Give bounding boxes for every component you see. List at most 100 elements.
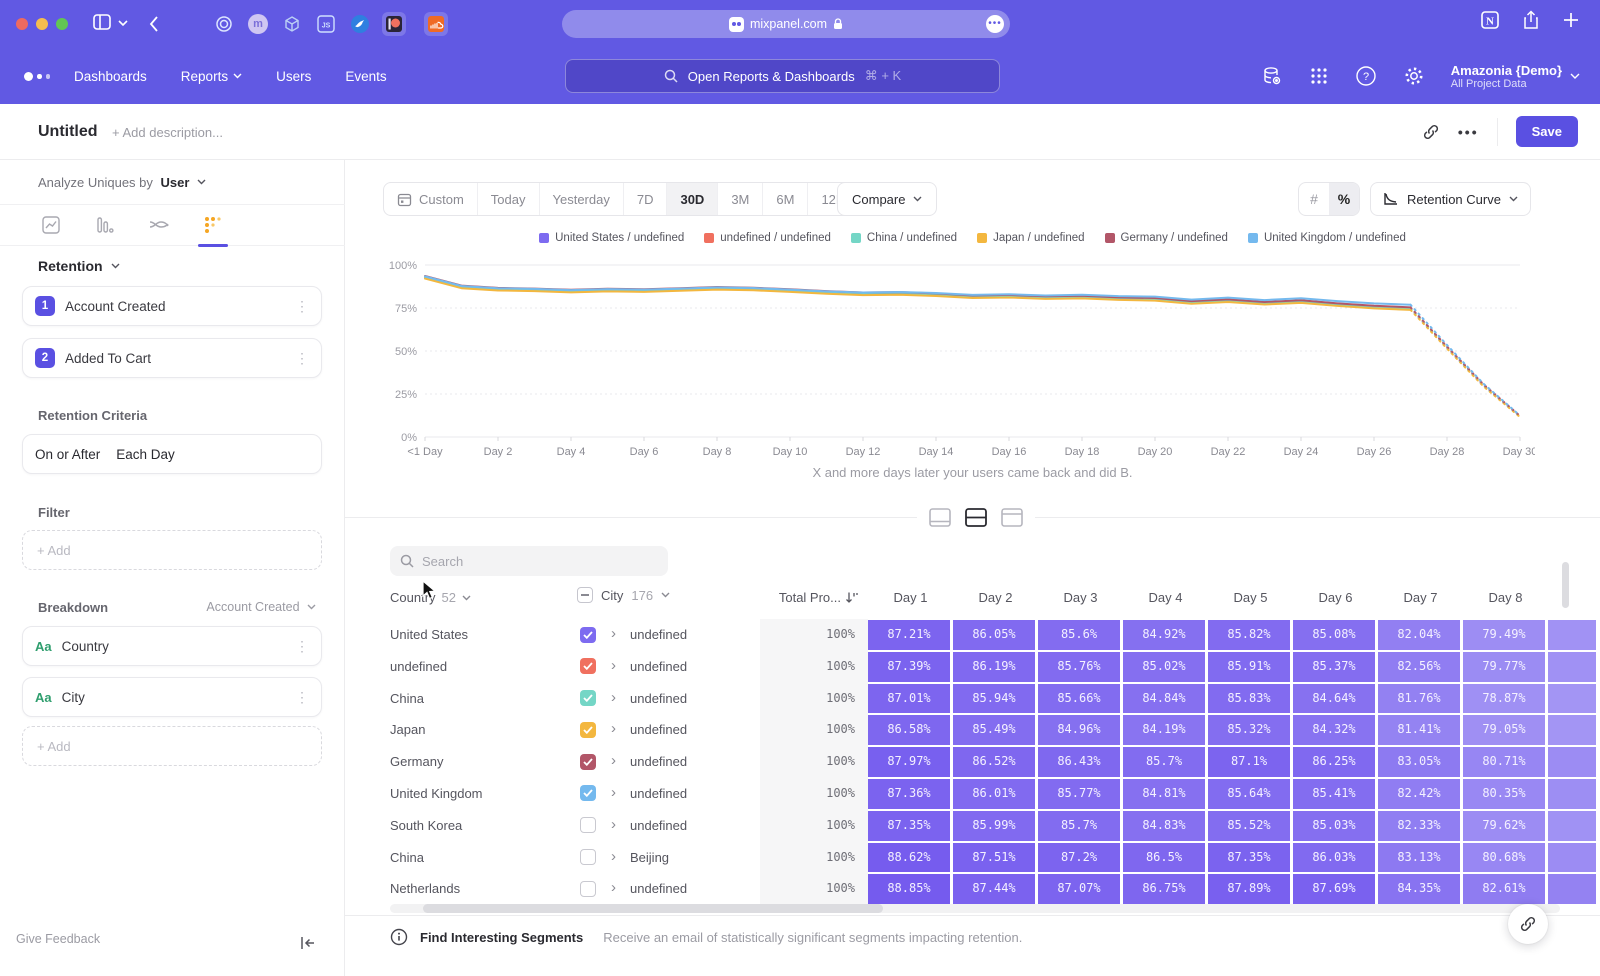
column-header-day-3[interactable]: Day 3 <box>1038 590 1123 605</box>
legend-item[interactable]: Japan / undefined <box>977 232 1084 244</box>
breakdown-city[interactable]: Aa City ⋮ <box>22 677 322 717</box>
retention-cell[interactable]: 85.82% <box>1208 620 1290 650</box>
retention-cell[interactable]: 85.91% <box>1208 652 1290 682</box>
bird-icon[interactable] <box>348 12 372 36</box>
range-button-30d[interactable]: 30D <box>667 183 718 215</box>
row-checkbox[interactable] <box>580 690 596 706</box>
retention-cell[interactable]: 82.61% <box>1463 874 1545 904</box>
retention-cell[interactable]: 86.03% <box>1293 843 1375 873</box>
retention-cell-clipped[interactable] <box>1548 620 1596 650</box>
retention-cell[interactable]: 87.51% <box>953 843 1035 873</box>
row-checkbox[interactable] <box>580 722 596 738</box>
range-button-7d[interactable]: 7D <box>624 183 668 215</box>
retention-cell[interactable]: 86.25% <box>1293 747 1375 777</box>
retention-cell[interactable]: 85.03% <box>1293 811 1375 841</box>
tab-chevron-icon[interactable] <box>118 19 128 27</box>
retention-cell[interactable]: 85.49% <box>953 715 1035 745</box>
column-header-day-5[interactable]: Day 5 <box>1208 590 1293 605</box>
row-checkbox[interactable] <box>580 658 596 674</box>
close-window-button[interactable] <box>16 18 28 30</box>
retention-cell[interactable]: 87.07% <box>1038 874 1120 904</box>
breakdown-event-dropdown[interactable]: Account Created <box>206 600 316 614</box>
row-checkbox[interactable] <box>580 849 596 865</box>
soundcloud-icon[interactable] <box>424 12 448 36</box>
retention-step-1[interactable]: 1 Account Created ⋮ <box>22 286 322 326</box>
tab-insights[interactable] <box>38 204 64 246</box>
avatar-m-icon[interactable]: m <box>246 12 270 36</box>
collapse-sidebar-icon[interactable] <box>300 936 316 950</box>
retention-cell[interactable]: 83.05% <box>1378 747 1460 777</box>
retention-cell[interactable]: 85.08% <box>1293 620 1375 650</box>
retention-cell[interactable]: 84.92% <box>1123 620 1205 650</box>
retention-line-chart[interactable]: 100%75%50%25%0%<1 DayDay 2Day 4Day 6Day … <box>375 255 1535 465</box>
retention-cell[interactable]: 87.44% <box>953 874 1035 904</box>
retention-cell[interactable]: 86.05% <box>953 620 1035 650</box>
horizontal-scrollbar-thumb[interactable] <box>423 904 883 913</box>
retention-cell[interactable]: 78.87% <box>1463 684 1545 714</box>
retention-cell[interactable]: 79.05% <box>1463 715 1545 745</box>
row-checkbox[interactable] <box>580 754 596 770</box>
ring-icon[interactable] <box>212 12 236 36</box>
retention-cell[interactable]: 85.77% <box>1038 779 1120 809</box>
retention-cell[interactable]: 84.83% <box>1123 811 1205 841</box>
retention-cell-clipped[interactable] <box>1548 715 1596 745</box>
retention-cell[interactable]: 84.96% <box>1038 715 1120 745</box>
column-header-day-7[interactable]: Day 7 <box>1378 590 1463 605</box>
retention-cell[interactable]: 84.19% <box>1123 715 1205 745</box>
share-link-fab[interactable] <box>1508 904 1548 944</box>
retention-cell[interactable]: 80.35% <box>1463 779 1545 809</box>
retention-cell[interactable]: 86.52% <box>953 747 1035 777</box>
retention-cell-clipped[interactable] <box>1548 779 1596 809</box>
row-checkbox[interactable] <box>580 881 596 897</box>
legend-item[interactable]: China / undefined <box>851 232 957 244</box>
kebab-menu-icon[interactable]: ⋮ <box>295 353 309 363</box>
legend-item[interactable]: Germany / undefined <box>1105 232 1228 244</box>
mixpanel-logo[interactable] <box>24 72 50 81</box>
data-settings-icon[interactable] <box>1261 65 1283 87</box>
chart-only-view-button[interactable] <box>927 504 953 530</box>
row-checkbox[interactable] <box>580 785 596 801</box>
compare-button[interactable]: Compare <box>837 182 937 216</box>
table-search[interactable] <box>390 546 668 576</box>
column-header-day-6[interactable]: Day 6 <box>1293 590 1378 605</box>
expand-row-icon[interactable]: › <box>611 778 616 808</box>
retention-cell[interactable]: 82.56% <box>1378 652 1460 682</box>
retention-cell[interactable]: 79.77% <box>1463 652 1545 682</box>
range-button-3m[interactable]: 3M <box>718 183 763 215</box>
sidebar-toggle-icon[interactable] <box>92 12 112 32</box>
retention-cell-clipped[interactable] <box>1548 747 1596 777</box>
retention-cell[interactable]: 85.76% <box>1038 652 1120 682</box>
column-header-total[interactable]: Total Pro... <box>760 590 868 605</box>
table-search-input[interactable] <box>422 554 642 569</box>
back-icon[interactable] <box>148 14 160 34</box>
retention-cell[interactable]: 79.62% <box>1463 811 1545 841</box>
copy-link-icon[interactable] <box>1422 123 1440 141</box>
retention-cell[interactable]: 79.49% <box>1463 620 1545 650</box>
expand-row-icon[interactable]: › <box>611 842 616 872</box>
retention-cell[interactable]: 86.43% <box>1038 747 1120 777</box>
retention-cell[interactable]: 82.42% <box>1378 779 1460 809</box>
retention-cell[interactable]: 85.7% <box>1123 747 1205 777</box>
retention-cell[interactable]: 87.01% <box>868 684 950 714</box>
expand-row-icon[interactable]: › <box>611 651 616 681</box>
expand-row-icon[interactable]: › <box>611 746 616 776</box>
split-view-button[interactable] <box>963 504 989 530</box>
criteria-mode[interactable]: On or After <box>35 447 100 462</box>
analyze-uniques-row[interactable]: Analyze Uniques by User <box>38 175 206 190</box>
tab-flows[interactable] <box>146 204 172 246</box>
save-button[interactable]: Save <box>1516 116 1578 147</box>
retention-cell[interactable]: 87.21% <box>868 620 950 650</box>
kebab-menu-icon[interactable]: ⋮ <box>295 301 309 311</box>
site-settings-icon[interactable]: ••• <box>986 15 1004 33</box>
select-all-checkbox[interactable] <box>577 587 593 603</box>
retention-cell[interactable]: 85.99% <box>953 811 1035 841</box>
range-button-custom[interactable]: Custom <box>384 183 478 215</box>
retention-cell[interactable]: 85.52% <box>1208 811 1290 841</box>
filter-add-button[interactable]: + Add <box>22 530 322 570</box>
retention-cell-clipped[interactable] <box>1548 843 1596 873</box>
percent-toggle[interactable]: % <box>1329 183 1359 215</box>
retention-cell-clipped[interactable] <box>1548 684 1596 714</box>
retention-cell[interactable]: 84.84% <box>1123 684 1205 714</box>
tab-retention[interactable] <box>200 204 226 246</box>
retention-cell[interactable]: 84.81% <box>1123 779 1205 809</box>
